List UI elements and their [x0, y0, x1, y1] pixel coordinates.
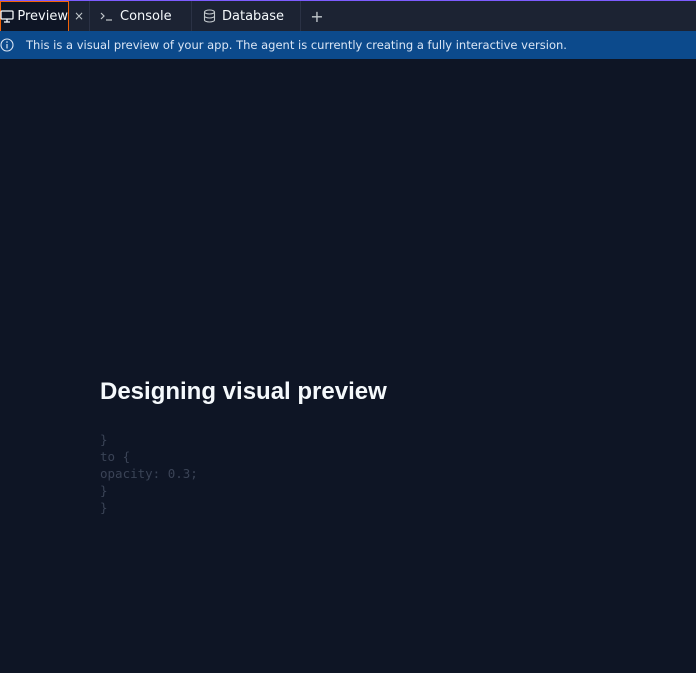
- info-icon: [0, 35, 17, 55]
- tab-bar: Preview × Console Database +: [0, 1, 696, 32]
- code-line: }: [100, 432, 108, 447]
- code-line: to {: [100, 449, 131, 464]
- tab-console[interactable]: Console: [89, 1, 191, 31]
- tab-database-label: Database: [222, 8, 285, 24]
- code-line: }: [100, 483, 108, 498]
- tab-preview-label: Preview: [17, 9, 68, 24]
- banner-message: This is a visual preview of your app. Th…: [26, 38, 567, 52]
- terminal-icon: [97, 6, 117, 26]
- page-title: Designing visual preview: [100, 378, 387, 405]
- monitor-icon: [0, 7, 14, 27]
- code-line: opacity: 0.3;: [100, 466, 198, 481]
- preview-content: Designing visual preview } to { opacity:…: [100, 375, 387, 516]
- preview-info-banner: This is a visual preview of your app. Th…: [0, 31, 696, 59]
- tab-console-label: Console: [120, 8, 172, 24]
- close-tab-button[interactable]: ×: [69, 1, 89, 31]
- code-line: }: [100, 500, 108, 515]
- add-tab-button[interactable]: +: [301, 1, 333, 31]
- code-snippet: } to { opacity: 0.3; } }: [100, 431, 387, 516]
- tab-database[interactable]: Database: [191, 1, 301, 31]
- database-icon: [199, 6, 219, 26]
- tab-preview[interactable]: Preview: [0, 1, 69, 31]
